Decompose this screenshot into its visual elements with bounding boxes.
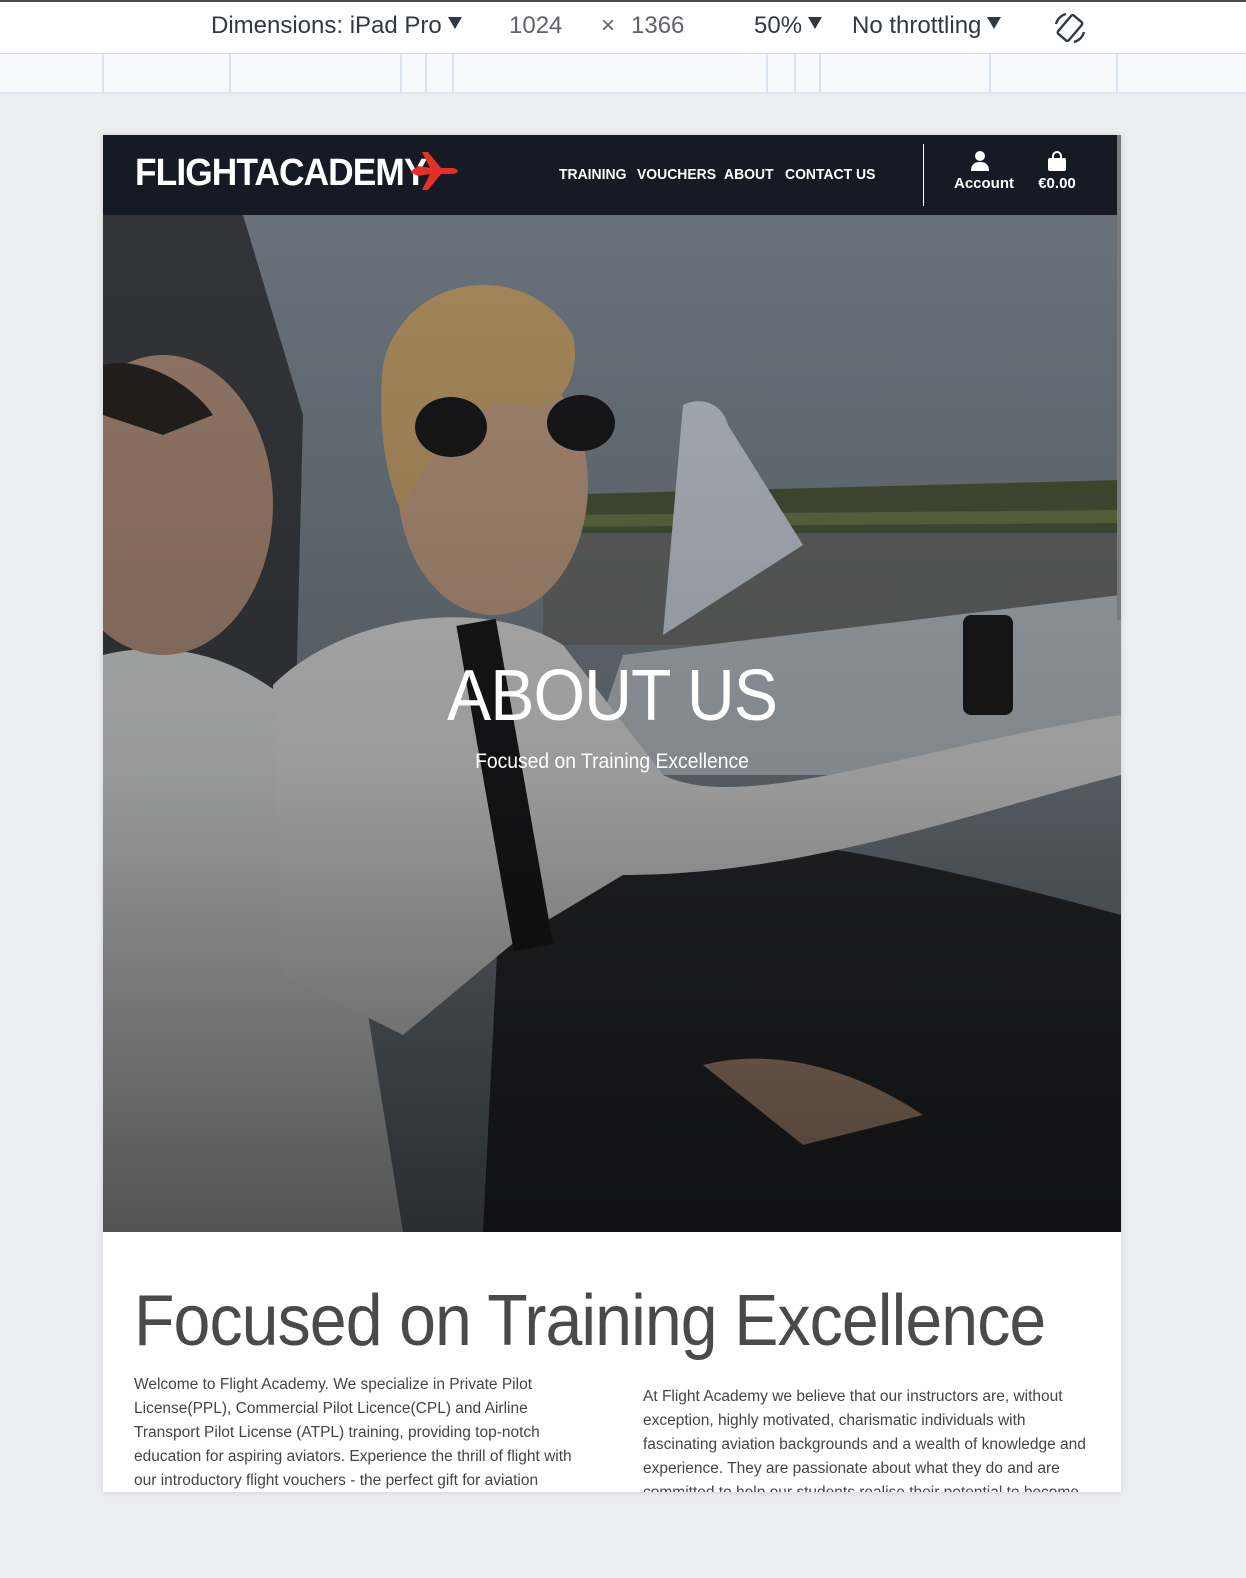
- hero-subtitle: Focused on Training Excellence: [475, 750, 749, 773]
- hero-title: ABOUT US: [446, 656, 778, 736]
- chevron-down-icon: [808, 17, 823, 29]
- cart-button[interactable]: €0.00: [1035, 151, 1079, 192]
- nav-vouchers[interactable]: VOUCHERS: [637, 166, 716, 183]
- zoom-label: 50%: [754, 12, 803, 39]
- width-input[interactable]: 1024: [509, 12, 562, 40]
- site-logo[interactable]: FLIGHTACADEMY: [135, 152, 427, 195]
- section-heading: Focused on Training Excellence: [134, 1281, 1046, 1361]
- chevron-down-icon: [447, 17, 462, 29]
- cart-total: €0.00: [1038, 175, 1076, 192]
- site-header: FLIGHTACADEMY TRAINING VOUCHERS ABOUT CO…: [103, 135, 1121, 215]
- nav-contact-us[interactable]: CONTACT US: [785, 166, 875, 183]
- account-button[interactable]: Account: [954, 151, 1014, 192]
- account-label: Account: [954, 175, 1014, 192]
- instructors-paragraph: At Flight Academy we believe that our in…: [643, 1388, 1086, 1492]
- dimensions-label: Dimensions: iPad Pro: [211, 12, 442, 39]
- header-divider: [923, 144, 924, 206]
- about-section: Focused on Training Excellence Welcome t…: [103, 1232, 1121, 1492]
- dimensions-dropdown[interactable]: Dimensions: iPad Pro: [211, 12, 462, 40]
- zoom-dropdown[interactable]: 50%: [754, 12, 823, 40]
- throttling-label: No throttling: [852, 12, 982, 39]
- nav-training[interactable]: TRAINING: [559, 166, 626, 183]
- nav-about[interactable]: ABOUT: [724, 166, 774, 183]
- device-viewport: FLIGHTACADEMY TRAINING VOUCHERS ABOUT CO…: [103, 135, 1121, 1492]
- throttling-dropdown[interactable]: No throttling: [852, 12, 1002, 40]
- devtools-device-toolbar: Dimensions: iPad Pro 1024 × 1366 50% No …: [0, 0, 1246, 54]
- height-input[interactable]: 1366: [631, 12, 684, 40]
- intro-paragraph: Welcome to Flight Academy. We specialize…: [134, 1376, 572, 1489]
- user-icon: [971, 151, 989, 171]
- rotate-icon[interactable]: [1052, 10, 1088, 46]
- times-sign: ×: [601, 12, 616, 39]
- chevron-down-icon: [987, 17, 1002, 29]
- airplane-icon: [410, 152, 458, 190]
- page-scrollbar[interactable]: [1117, 135, 1121, 620]
- shopping-bag-icon: [1048, 151, 1066, 171]
- hero-banner: ABOUT US Focused on Training Excellence: [103, 215, 1121, 1232]
- media-query-ruler[interactable]: [0, 54, 1246, 94]
